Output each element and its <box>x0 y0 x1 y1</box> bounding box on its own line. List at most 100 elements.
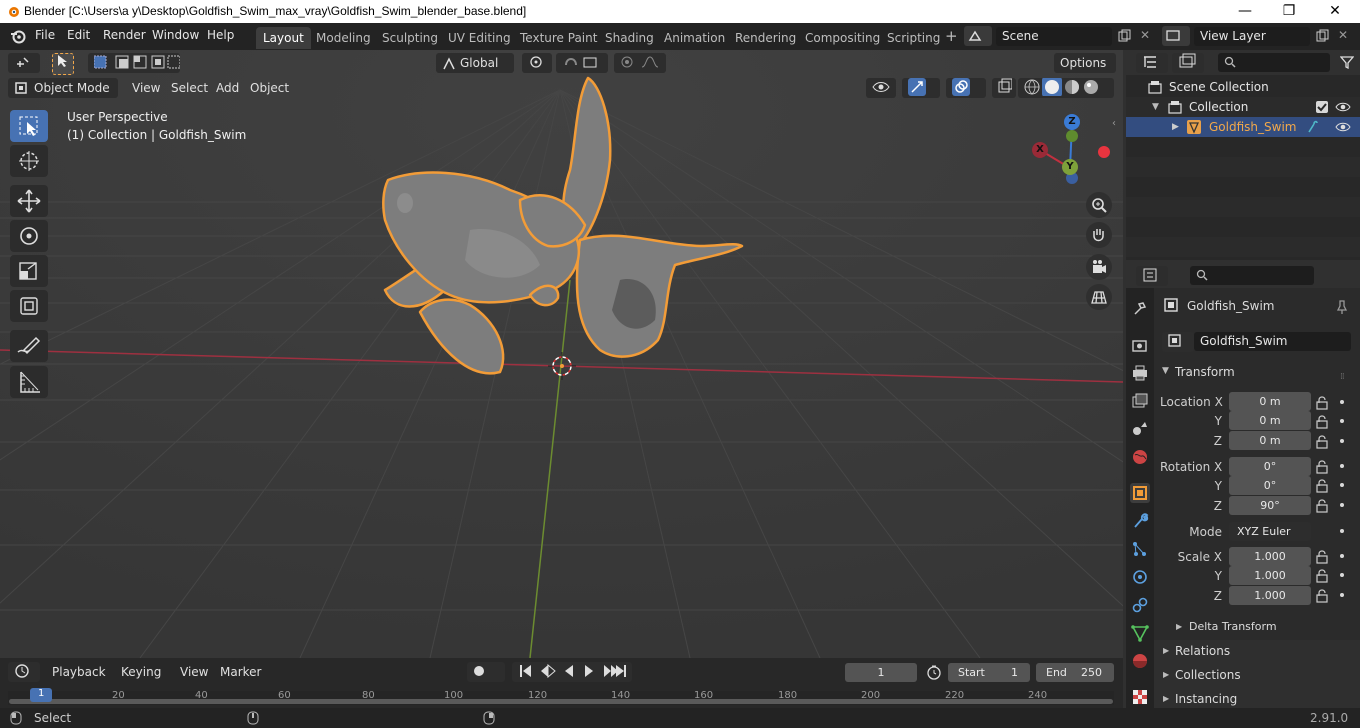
transform-expand-icon[interactable]: ▼ <box>1162 366 1169 376</box>
tab-rendering[interactable]: Rendering <box>728 27 803 49</box>
tool-transform[interactable] <box>10 290 48 322</box>
menu-help[interactable]: Help <box>207 28 234 42</box>
remove-view-layer-icon[interactable]: ✕ <box>1338 28 1348 42</box>
duplicate-scene-icon[interactable] <box>1118 29 1132 43</box>
outliner-row-collection[interactable]: ▼ Collection <box>1126 97 1360 117</box>
scale-x-field[interactable]: 1.000 <box>1229 547 1311 566</box>
relations-arrow-icon[interactable]: ▶ <box>1163 646 1169 655</box>
view-layer-field[interactable]: View Layer <box>1194 27 1310 46</box>
remove-scene-icon[interactable]: ✕ <box>1140 28 1150 42</box>
maximize-button[interactable]: ❐ <box>1266 0 1312 23</box>
pivot-point-dropdown[interactable] <box>522 53 552 73</box>
snap-toggle[interactable] <box>556 53 608 73</box>
xray-toggle[interactable] <box>992 78 1016 98</box>
transform-panel-title[interactable]: Transform <box>1175 365 1235 379</box>
location-x-field[interactable]: 0 m <box>1229 392 1311 411</box>
scale-y-field[interactable]: 1.000 <box>1229 566 1311 585</box>
drag-handle-icon[interactable]: ⁞⁞ <box>1340 372 1345 382</box>
tab-scripting[interactable]: Scripting <box>880 27 947 49</box>
rotation-y-field[interactable]: 0° <box>1229 476 1311 495</box>
camera-view-button[interactable] <box>1086 254 1112 280</box>
scale-z-field[interactable]: 1.000 <box>1229 586 1311 605</box>
relations-section[interactable]: Relations <box>1175 644 1230 658</box>
tab-modeling[interactable]: Modeling <box>309 27 378 49</box>
timeline-menu-marker[interactable]: Marker <box>214 662 267 682</box>
overlays-toggle[interactable] <box>946 78 986 98</box>
tool-annotate[interactable] <box>10 330 48 362</box>
tool-measure[interactable] <box>10 366 48 398</box>
instancing-arrow-icon[interactable]: ▶ <box>1163 694 1169 703</box>
selection-mode-group[interactable] <box>88 53 181 73</box>
end-frame-field[interactable]: End 250 <box>1036 663 1114 682</box>
object-name-field[interactable]: Goldfish_Swim <box>1194 332 1351 351</box>
outliner-row-scene-collection[interactable]: Scene Collection <box>1126 77 1360 97</box>
tab-texture[interactable] <box>1130 687 1150 707</box>
gizmo-z-axis[interactable]: Z <box>1064 114 1080 130</box>
timeline-menu-keying[interactable]: Keying <box>115 662 167 682</box>
modifier-wrench-icon[interactable] <box>1306 120 1318 134</box>
zoom-button[interactable] <box>1086 192 1112 218</box>
tab-object[interactable] <box>1130 483 1150 503</box>
viewport-menu-add[interactable]: Add <box>210 78 245 98</box>
tab-modifiers[interactable] <box>1130 511 1150 531</box>
collections-section[interactable]: Collections <box>1175 668 1241 682</box>
scene-name-field[interactable]: Scene <box>996 27 1112 46</box>
tab-physics[interactable] <box>1130 567 1150 587</box>
tab-uv-editing[interactable]: UV Editing <box>441 27 518 49</box>
tab-material[interactable] <box>1130 651 1150 671</box>
menu-file[interactable]: File <box>35 28 55 42</box>
viewport-menu-select[interactable]: Select <box>165 78 214 98</box>
location-z-field[interactable]: 0 m <box>1229 431 1311 450</box>
ortho-toggle-button[interactable] <box>1086 284 1112 310</box>
current-frame-field[interactable]: 1 <box>845 663 917 682</box>
tool-select-box[interactable] <box>10 110 48 142</box>
lock-and-keyframe-column[interactable] <box>1316 394 1360 604</box>
eye-icon[interactable] <box>1335 100 1351 114</box>
tab-data[interactable] <box>1130 623 1150 643</box>
rotation-x-field[interactable]: 0° <box>1229 457 1311 476</box>
minimize-button[interactable]: — <box>1222 0 1268 23</box>
visibility-dropdown[interactable] <box>866 78 896 98</box>
shading-mode-group[interactable] <box>1018 77 1114 98</box>
filter-icon[interactable] <box>1340 55 1354 69</box>
menu-window[interactable]: Window <box>152 28 199 42</box>
playback-controls[interactable] <box>512 662 632 682</box>
eye-icon[interactable] <box>1335 120 1351 134</box>
tool-move[interactable] <box>10 185 48 217</box>
tab-tool[interactable] <box>1130 299 1150 319</box>
tool-cursor[interactable] <box>10 145 48 177</box>
object-browse-button[interactable] <box>1162 332 1194 352</box>
display-mode-dropdown[interactable] <box>1172 53 1204 73</box>
properties-editor-type-button[interactable] <box>1136 266 1168 286</box>
tab-world[interactable] <box>1130 447 1150 467</box>
select-tool-button[interactable] <box>52 53 74 75</box>
auto-keying-toggle[interactable] <box>467 662 505 682</box>
pan-button[interactable] <box>1086 222 1112 248</box>
delta-transform-section[interactable]: Delta Transform <box>1189 620 1277 633</box>
menu-edit[interactable]: Edit <box>67 28 90 42</box>
tab-texture-paint[interactable]: Texture Paint <box>513 27 604 49</box>
viewport-menu-object[interactable]: Object <box>244 78 295 98</box>
tool-rotate[interactable] <box>10 220 48 252</box>
timeline-editor-type-button[interactable] <box>8 662 40 682</box>
viewport-menu-view[interactable]: View <box>126 78 166 98</box>
outliner-search-input[interactable] <box>1218 53 1330 72</box>
options-dropdown[interactable]: Options <box>1054 53 1116 73</box>
instancing-section[interactable]: Instancing <box>1175 692 1237 706</box>
rotation-z-field[interactable]: 90° <box>1229 496 1311 515</box>
tab-layout[interactable]: Layout <box>256 27 311 49</box>
blender-menu-icon[interactable] <box>10 28 26 44</box>
tab-output[interactable] <box>1130 363 1150 383</box>
start-frame-field[interactable]: Start 1 <box>948 663 1030 682</box>
tab-sculpting[interactable]: Sculpting <box>375 27 445 49</box>
tab-scene[interactable] <box>1130 419 1150 439</box>
gizmo-y-axis[interactable]: Y <box>1062 159 1078 175</box>
menu-render[interactable]: Render <box>103 28 146 42</box>
tab-compositing[interactable]: Compositing <box>798 27 887 49</box>
delta-transform-arrow-icon[interactable]: ▶ <box>1176 622 1182 631</box>
location-y-field[interactable]: 0 m <box>1229 411 1311 430</box>
outliner-editor-type-button[interactable] <box>1136 53 1168 73</box>
close-button[interactable]: ✕ <box>1312 0 1358 23</box>
collapsed-arrow-icon[interactable]: ▶ <box>1172 117 1179 137</box>
editor-type-button[interactable] <box>8 53 40 73</box>
